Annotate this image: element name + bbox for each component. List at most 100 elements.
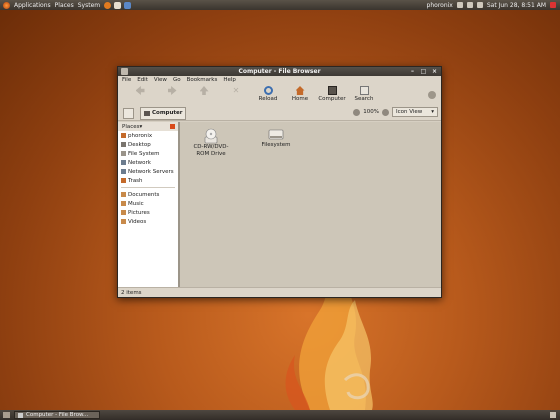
optical-drive-icon [204,128,218,144]
mail-tray-icon[interactable] [476,2,483,8]
show-desktop-icon[interactable] [3,412,10,418]
sidebar-divider [121,187,175,188]
sidebar-item-music[interactable]: Music [118,199,178,208]
minimize-button[interactable]: – [409,68,416,75]
firefox-launcher-icon[interactable] [104,1,112,9]
applications-menu[interactable]: Applications [14,2,51,9]
statusbar: 2 items [118,287,441,297]
sidebar-item-videos[interactable]: Videos [118,217,178,226]
sidebar-item-desktop[interactable]: Desktop [118,140,178,149]
system-menu[interactable]: System [78,2,100,9]
folder-icon [121,201,126,206]
stop-icon: ✕ [232,86,240,95]
file-item-label: Filesystem [261,142,291,148]
stop-button[interactable]: ✕ [220,84,252,106]
mail-launcher-icon[interactable] [114,1,122,9]
folder-icon [121,192,126,197]
sidebar-item-label: Music [128,200,144,207]
network-tray-icon[interactable] [456,2,463,8]
window-titlebar[interactable]: Computer - File Browser – □ × [118,67,441,76]
file-item-optical-drive[interactable]: CD-RW/DVD-ROM Drive [188,128,234,158]
menu-bookmarks[interactable]: Bookmarks [187,77,218,83]
sidebar-item-label: Network [128,159,151,166]
network-icon [121,160,126,165]
trash-icon [121,178,126,183]
sidebar-item-label: Pictures [128,209,150,216]
zoom-in-icon[interactable] [382,108,389,116]
file-item-label: CD-RW/DVD-ROM Drive [193,144,229,157]
sidebar-item-trash[interactable]: Trash [118,176,178,185]
sidebar-item-label: Network Servers [128,168,174,175]
file-browser-window: Computer - File Browser – □ × File Edit … [117,66,442,298]
ubuntu-logo-icon[interactable] [3,1,10,9]
bottom-panel: Computer - File Brow... [0,410,560,420]
computer-small-icon [18,412,23,418]
volume-tray-icon[interactable] [466,2,473,8]
home-button[interactable]: Home [284,84,316,106]
up-button[interactable] [188,84,220,106]
chevron-down-icon: ▾ [139,123,143,130]
home-folder-icon [121,133,126,138]
help-launcher-icon[interactable] [124,1,132,9]
menu-help[interactable]: Help [223,77,236,83]
top-panel: Applications Places System phoronix Sat … [0,0,560,10]
places-sidebar: Places ▾ phoronix Desktop File System Ne… [118,122,180,288]
sidebar-item-label: File System [128,150,160,157]
power-icon[interactable] [550,2,556,8]
content-area: Places ▾ phoronix Desktop File System Ne… [118,122,441,288]
computer-button[interactable]: Computer [316,84,348,106]
computer-small-icon [144,110,150,116]
sidebar-item-network[interactable]: Network [118,158,178,167]
activity-spinner-icon [428,91,436,99]
menu-file[interactable]: File [122,77,131,83]
icon-view[interactable]: CD-RW/DVD-ROM Drive Filesystem [180,122,441,288]
chevron-down-icon: ▾ [431,109,434,115]
sidebar-item-documents[interactable]: Documents [118,190,178,199]
clock[interactable]: Sat Jun 28, 8:51 AM [487,2,546,9]
menu-go[interactable]: Go [173,77,181,83]
maximize-button[interactable]: □ [420,68,427,75]
home-label: Home [291,96,309,102]
sidebar-item-filesystem[interactable]: File System [118,149,178,158]
file-item-filesystem[interactable]: Filesystem [253,128,299,149]
sidebar-item-home[interactable]: phoronix [118,131,178,140]
zoom-level[interactable]: 100% [363,109,379,115]
status-text: 2 items [121,289,142,296]
window-menu-icon[interactable] [121,68,128,75]
menu-edit[interactable]: Edit [137,77,148,83]
view-mode-label: Icon View [396,109,423,115]
menubar: File Edit View Go Bookmarks Help [118,76,441,84]
menu-view[interactable]: View [154,77,167,83]
places-menu[interactable]: Places [55,2,74,9]
sidebar-close-icon[interactable] [170,124,175,129]
reload-label: Reload [258,96,278,102]
sidebar-header[interactable]: Places ▾ [118,122,178,131]
trash-applet-icon[interactable] [550,412,556,418]
window-title: Computer - File Browser [238,68,321,75]
reload-button[interactable]: Reload [252,84,284,106]
toolbar: ✕ Reload Home Computer Search [118,84,441,106]
close-button[interactable]: × [431,68,438,75]
forward-button[interactable] [156,84,188,106]
sidebar-item-pictures[interactable]: Pictures [118,208,178,217]
zoom-out-icon[interactable] [353,108,361,116]
location-bar: Computer 100% Icon View ▾ [118,106,441,121]
computer-label: Computer [318,96,346,102]
search-button[interactable]: Search [348,84,380,106]
computer-icon [327,86,337,95]
path-button-computer[interactable]: Computer [140,106,187,120]
hard-drive-icon [268,129,284,140]
username-label[interactable]: phoronix [427,2,453,9]
location-toggle-button[interactable] [123,107,134,119]
network-servers-icon [121,169,126,174]
folder-icon [121,219,126,224]
view-mode-select[interactable]: Icon View ▾ [392,107,438,117]
desktop-icon [121,142,126,147]
sidebar-item-network-servers[interactable]: Network Servers [118,167,178,176]
folder-icon [121,210,126,215]
sidebar-item-label: Desktop [128,141,151,148]
sidebar-item-label: phoronix [128,132,153,139]
back-button[interactable] [124,84,156,106]
taskbar-button-file-browser[interactable]: Computer - File Brow... [14,411,100,419]
search-icon [359,86,369,95]
